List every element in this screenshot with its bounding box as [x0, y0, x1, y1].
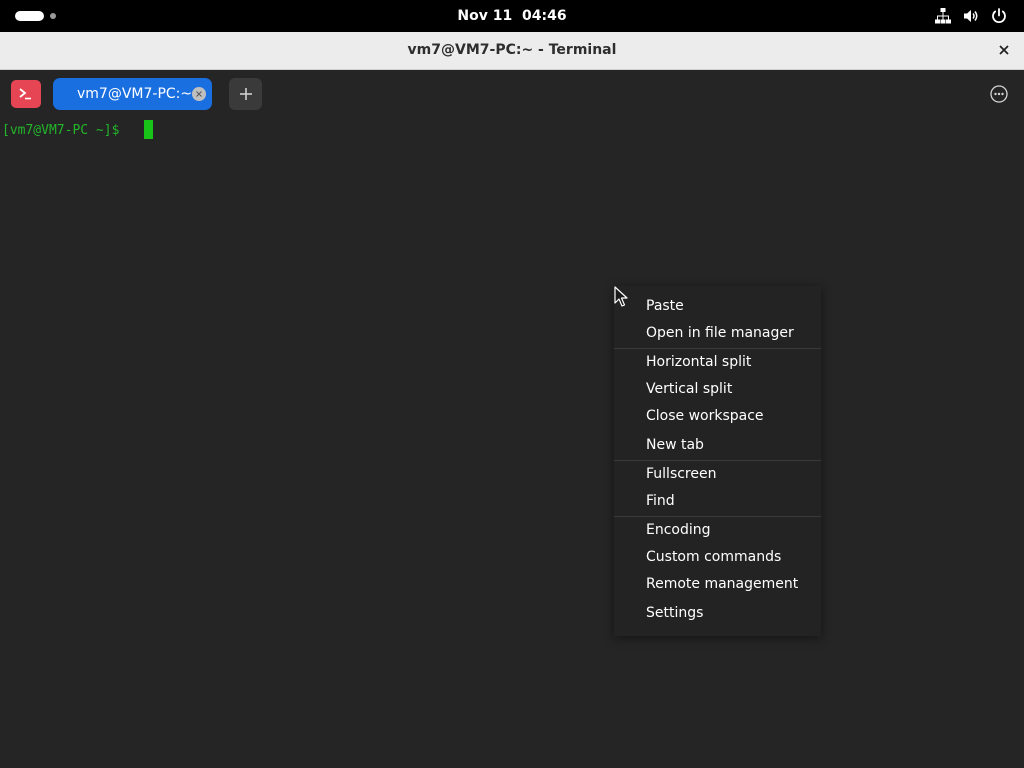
activities-indicator[interactable]: [15, 11, 59, 21]
tab-close-button[interactable]: [192, 87, 206, 101]
context-menu: Paste Open in file manager Horizontal sp…: [614, 286, 821, 636]
menu-item-label: Encoding: [646, 522, 711, 538]
clock-time: 04:46: [522, 8, 567, 24]
menu-item-label: Paste: [646, 298, 684, 314]
menu-item-encoding[interactable]: Encoding: [614, 517, 821, 544]
window-titlebar[interactable]: vm7@VM7-PC:~ - Terminal: [0, 32, 1024, 70]
menu-item-label: New tab: [646, 437, 704, 453]
menu-item-label: Settings: [646, 605, 704, 621]
menu-item-settings[interactable]: Settings: [614, 600, 821, 627]
menu-item-label: Custom commands: [646, 549, 782, 565]
menu-item-horizontal-split[interactable]: Horizontal split: [614, 349, 821, 376]
main-menu-button[interactable]: [990, 85, 1008, 103]
terminal-cursor: [144, 120, 153, 139]
new-tab-button[interactable]: [229, 78, 262, 110]
menu-item-label: Vertical split: [646, 381, 733, 397]
menu-item-label: Find: [646, 493, 675, 509]
plus-icon: [239, 88, 252, 100]
menu-item-label: Fullscreen: [646, 466, 717, 482]
window-title: vm7@VM7-PC:~ - Terminal: [407, 42, 617, 58]
menu-item-open-in-file-manager[interactable]: Open in file manager: [614, 320, 821, 347]
menu-item-fullscreen[interactable]: Fullscreen: [614, 461, 821, 488]
menu-item-paste[interactable]: Paste: [614, 293, 821, 320]
menu-item-remote-management[interactable]: Remote management: [614, 571, 821, 598]
menu-item-label: Close workspace: [646, 408, 764, 424]
more-options-icon: [990, 85, 1008, 103]
menu-item-label: Horizontal split: [646, 354, 752, 370]
tab-bar: vm7@VM7-PC:~: [0, 70, 1024, 118]
clock-date: Nov 11: [457, 8, 513, 24]
volume-icon[interactable]: [962, 7, 980, 25]
system-top-bar: Nov 11 04:46: [0, 0, 1024, 32]
power-icon[interactable]: [990, 7, 1008, 25]
menu-item-vertical-split[interactable]: Vertical split: [614, 376, 821, 403]
workspace-active-pill: [15, 11, 44, 21]
tab-terminal[interactable]: vm7@VM7-PC:~: [53, 78, 212, 110]
tab-label: vm7@VM7-PC:~: [77, 86, 192, 102]
menu-item-label: Open in file manager: [646, 325, 794, 341]
menu-item-label: Remote management: [646, 576, 799, 592]
window-close-button[interactable]: [994, 40, 1014, 60]
workspace-dot: [50, 13, 56, 19]
clock: Nov 11 04:46: [0, 0, 1024, 32]
menu-item-find[interactable]: Find: [614, 488, 821, 515]
terminal-app-icon[interactable]: [11, 80, 41, 108]
close-icon: [196, 91, 202, 97]
terminal-area[interactable]: [vm7@VM7-PC ~]$: [0, 118, 1024, 768]
menu-item-close-workspace[interactable]: Close workspace: [614, 403, 821, 430]
menu-item-custom-commands[interactable]: Custom commands: [614, 544, 821, 571]
close-icon: [999, 45, 1009, 55]
shell-prompt: [vm7@VM7-PC ~]$: [2, 123, 128, 138]
mouse-pointer-icon: [614, 286, 628, 307]
network-icon[interactable]: [934, 7, 952, 25]
system-tray[interactable]: [934, 6, 1008, 26]
menu-item-new-tab[interactable]: New tab: [614, 432, 821, 459]
clock-button[interactable]: Nov 11 04:46: [457, 8, 566, 24]
